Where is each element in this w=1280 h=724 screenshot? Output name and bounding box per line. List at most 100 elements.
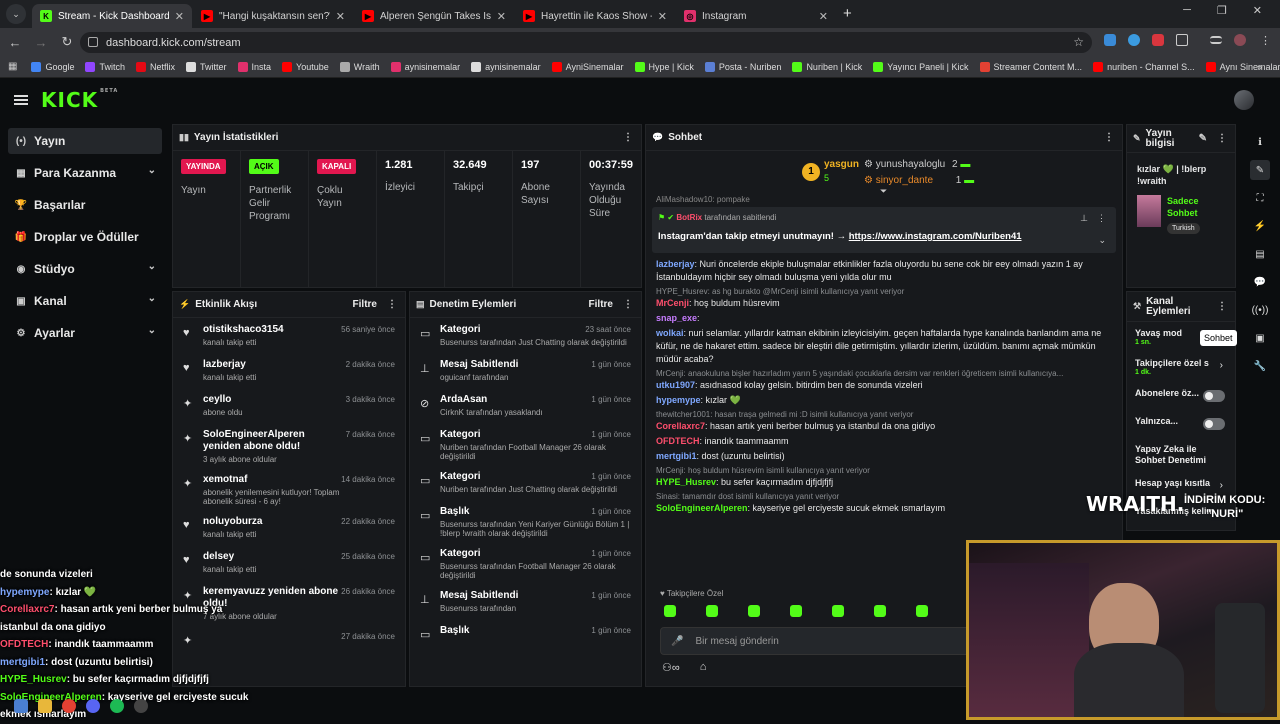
tab-close-icon[interactable]: ✕ — [497, 10, 506, 23]
new-tab-button[interactable]: + — [843, 5, 852, 22]
feed-item[interactable]: ✦ xemotnaf abonelik yenilemesini kutluyor!… — [173, 468, 405, 510]
extension-red-icon[interactable] — [1152, 34, 1164, 46]
tools-icon[interactable]: 🔧 — [1250, 356, 1270, 376]
apps-grid-icon[interactable]: ▦ — [8, 61, 17, 72]
chat-username[interactable]: MrCenji — [656, 298, 689, 308]
tab-1[interactable]: ▶ "Hangi kuşaktansın sen?" | Arda ✕ — [193, 4, 353, 28]
bookmark-item[interactable]: Nuriben | Kick — [792, 61, 862, 72]
emote-icon[interactable] — [916, 605, 928, 617]
bookmark-item[interactable]: Hype | Kick — [634, 61, 694, 72]
tab-2[interactable]: ▶ Alperen Şengün Takes Istanbul ✕ — [354, 4, 514, 28]
sidebar-item-6[interactable]: ⚙ Ayarlar ⌄ — [8, 320, 162, 346]
chat-username[interactable]: wolkai — [656, 328, 684, 338]
feed-item[interactable]: ♥ otistikshaco3154 kanalı takip etti 56 san… — [173, 318, 405, 353]
tab-0[interactable]: K Stream - Kick Dashboard ✕ — [32, 4, 192, 28]
bookmark-item[interactable]: Google — [31, 61, 74, 72]
bookmark-item[interactable]: Aynı Sinemalar - Ça... — [1205, 61, 1280, 72]
feed-item[interactable]: ✦ ceyllo abone oldu 3 dakika önce — [173, 388, 405, 423]
tab-close-icon[interactable]: ✕ — [336, 10, 345, 23]
category-thumbnail[interactable] — [1137, 195, 1161, 227]
quick-actions-icon[interactable]: ⚡ — [1250, 216, 1270, 236]
leader-third[interactable]: sinyor_dante — [876, 175, 933, 186]
channel-action-row[interactable]: Takipçilere özel s1 dk. › — [1127, 352, 1235, 382]
stats-more-icon[interactable]: ⋮ — [623, 132, 633, 143]
chat-message[interactable]: SoloEngineerAlperen: kayseriye gel erciy… — [646, 501, 1122, 516]
stream-info-more-icon[interactable]: ⋮ — [1217, 133, 1227, 144]
broadcast-icon[interactable]: ((•)) — [1250, 300, 1270, 320]
feed-item[interactable]: ▭ Başlık Busenurss tarafından Yeni Kariyer… — [410, 500, 641, 542]
sidebar-item-3[interactable]: 🎁 Droplar ve Ödüller — [8, 224, 162, 250]
toggle-switch[interactable] — [1203, 418, 1225, 430]
forward-icon[interactable]: → — [28, 35, 54, 50]
chat-username[interactable]: utku1907 — [656, 380, 695, 390]
chat-message[interactable]: HYPE_Husrev: bu sefer kaçırmadım djfjdjf… — [646, 475, 1122, 490]
emote-icon[interactable] — [706, 605, 718, 617]
chat-username[interactable]: hypemype — [656, 395, 701, 405]
bookmark-item[interactable]: Streamer Content M... — [979, 61, 1082, 72]
chat-username[interactable]: OFDTECH — [656, 436, 700, 446]
bookmark-item[interactable]: AyniSinemalar — [551, 61, 624, 72]
toggle-switch[interactable] — [1203, 390, 1225, 402]
browser-menu-icon[interactable]: ⋮ — [1260, 34, 1271, 47]
expand-leaders-icon[interactable]: ⏷ — [880, 186, 887, 197]
menu-icon[interactable] — [14, 95, 28, 105]
chat-message[interactable]: hypemype: kızlar 💚 — [646, 393, 1122, 408]
chat-message[interactable]: utku1907: asıdnasod kolay gelsin. bitird… — [646, 378, 1122, 393]
bookmark-item[interactable]: Netflix — [136, 61, 175, 72]
feed-item[interactable]: ▭ Kategori Nuriben tarafından Football Man… — [410, 423, 641, 465]
taskbar-chrome-icon[interactable] — [62, 699, 76, 713]
chevron-right-icon[interactable]: › — [1220, 480, 1223, 491]
category-name[interactable]: Sadece Sohbet — [1167, 195, 1225, 219]
pinned-expand-icon[interactable]: ⌄ — [1098, 235, 1106, 246]
edit-icon[interactable]: ✎ — [1199, 133, 1207, 144]
chat-message[interactable]: MrCenji: hoş buldum hüsrevim — [646, 296, 1122, 311]
feed-item[interactable]: ✦ SoloEngineerAlperen yeniden abone oldu!… — [173, 423, 405, 468]
sidebar-item-2[interactable]: 🏆 Başarılar — [8, 192, 162, 218]
chat-username[interactable]: snap_exe — [656, 313, 697, 323]
minimize-icon[interactable]: ─ — [1183, 4, 1191, 17]
channel-action-row[interactable]: Yalnızca... — [1127, 410, 1235, 438]
channel-action-row[interactable]: Yapay Zeka ile Sohbet Denetimi — [1127, 438, 1235, 472]
chevron-down-icon[interactable]: ⌄ — [148, 325, 156, 336]
feed-item[interactable]: ♥ noluyoburza kanalı takip etti 22 dakika ö… — [173, 510, 405, 545]
layout-icon[interactable]: ▣ — [1250, 328, 1270, 348]
tab-3[interactable]: ▶ Hayrettin ile Kaos Show - 2.Sez ✕ — [515, 4, 675, 28]
chat-more-icon[interactable]: ⋮ — [1104, 132, 1114, 143]
tab-4[interactable]: ◎ Instagram ✕ — [676, 4, 836, 28]
sidebar-item-0[interactable]: (•) Yayın — [8, 128, 162, 154]
edit-layout-icon[interactable]: ✎ — [1250, 160, 1270, 180]
feed-item[interactable]: ▭ Kategori Busenurss tarafından Football M… — [410, 542, 641, 584]
chat-store-icon[interactable]: ⌂ — [700, 661, 707, 674]
activity-more-icon[interactable]: ⋮ — [387, 299, 397, 310]
user-avatar[interactable] — [1234, 90, 1254, 110]
emote-icon[interactable] — [832, 605, 844, 617]
bookmark-item[interactable]: aynisinemalar — [390, 61, 460, 72]
leader-first[interactable]: yasgun — [824, 159, 859, 170]
help-icon[interactable]: ℹ — [1250, 132, 1270, 152]
chat-username[interactable]: SoloEngineerAlperen — [656, 503, 748, 513]
feed-item[interactable]: ▭ Kategori Busenurss tarafından Just Chatt… — [410, 318, 641, 353]
feed-item[interactable]: ♥ lazberjay kanalı takip etti 2 dakika önce — [173, 353, 405, 388]
profile-icon[interactable] — [1234, 34, 1246, 46]
emote-icon[interactable] — [874, 605, 886, 617]
url-field[interactable]: dashboard.kick.com/stream ☆ — [80, 32, 1092, 53]
reading-list-icon[interactable] — [1210, 36, 1222, 44]
leader-second[interactable]: yunushayaloglu — [876, 159, 946, 170]
feed-item[interactable]: ▭ Kategori Nuriben tarafından Just Chattin… — [410, 465, 641, 500]
feed-item[interactable]: ⊘ ArdaAsan CirknK tarafından yasaklandı 1 g… — [410, 388, 641, 423]
restore-icon[interactable]: ❐ — [1217, 4, 1227, 17]
pinned-more-icon[interactable]: ⋮ — [1097, 213, 1106, 224]
extensions-puzzle-icon[interactable] — [1176, 34, 1188, 46]
site-info-icon[interactable] — [88, 37, 98, 47]
bookmark-item[interactable]: nuriben - Channel S... — [1093, 61, 1195, 72]
taskbar-discord-icon[interactable] — [86, 699, 100, 713]
sidebar-item-1[interactable]: ▦ Para Kazanma ⌄ — [8, 160, 162, 186]
pin-icon[interactable]: ⊥ — [1080, 213, 1088, 224]
chat-message[interactable]: Corellaxrc7: hasan artık yeni berber bul… — [646, 419, 1122, 434]
chevron-down-icon[interactable]: ⌄ — [148, 165, 156, 176]
chat-message[interactable]: snap_exe: — [646, 311, 1122, 326]
activity-filter-button[interactable]: Filtre — [353, 299, 377, 310]
bookmark-item[interactable]: Twitter — [186, 61, 227, 72]
chat-users-icon[interactable]: ⚇∞ — [662, 661, 680, 674]
chevron-down-icon[interactable]: ⌄ — [148, 293, 156, 304]
